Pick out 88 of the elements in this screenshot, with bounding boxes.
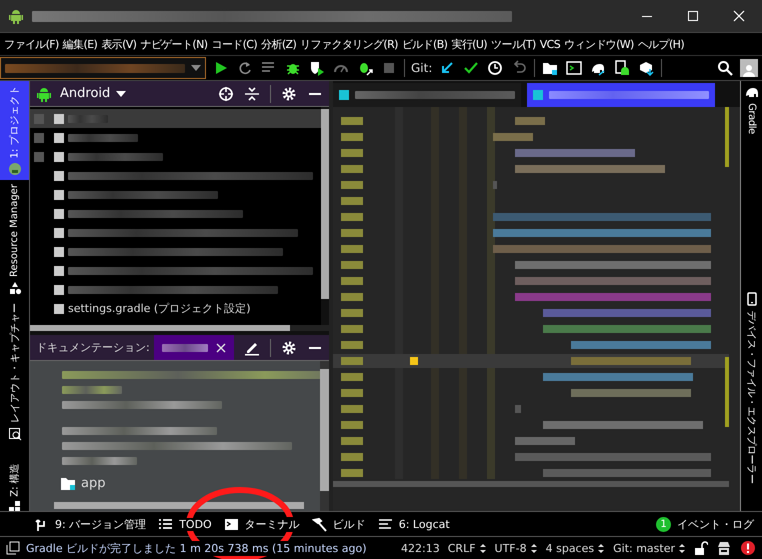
layout-inspect-icon: [8, 427, 22, 441]
branch-selector[interactable]: Git: master: [613, 542, 686, 554]
caret-position[interactable]: 422:13: [401, 542, 440, 554]
folder-icon: [61, 478, 75, 490]
run-configuration-dropdown[interactable]: [0, 57, 206, 79]
scrollbar[interactable]: [30, 325, 329, 331]
terminal-window-icon: [566, 60, 582, 76]
menu-item[interactable]: コード(C): [209, 36, 260, 52]
play-icon: [213, 60, 229, 76]
clock-button[interactable]: [486, 59, 504, 77]
box-icon: [638, 60, 654, 76]
search-button[interactable]: [716, 59, 734, 77]
caret-icon: [116, 90, 126, 96]
menu-item[interactable]: ウィンドウ(W): [562, 36, 636, 52]
menu-item[interactable]: VCS: [538, 38, 562, 50]
undo-icon: [511, 60, 528, 76]
up-down-icon: [478, 542, 487, 554]
menu-item[interactable]: 分析(Z): [259, 36, 298, 52]
search-icon: [717, 60, 733, 76]
scrollbar[interactable]: [320, 361, 329, 511]
menu-item[interactable]: 編集(E): [60, 36, 100, 52]
encoding-selector[interactable]: UTF-8: [494, 542, 538, 554]
git-label: Git:: [411, 61, 432, 75]
panel-title: ドキュメンテーション:: [36, 340, 150, 355]
menu-item[interactable]: 表示(V): [99, 36, 138, 52]
settings-icon[interactable]: [281, 340, 297, 356]
terminal-window-button[interactable]: [565, 59, 584, 77]
count-badge: 1: [656, 516, 671, 532]
device-button[interactable]: [613, 59, 632, 77]
bug-arrow-icon: [357, 60, 373, 76]
menu-item[interactable]: ビルド(B): [400, 36, 450, 52]
shapes-icon: [8, 281, 22, 295]
documentation-tab[interactable]: [154, 335, 234, 360]
close-icon: [733, 10, 745, 22]
shield-play-icon: [309, 60, 325, 76]
rerun-icon: [237, 60, 253, 76]
menu-item[interactable]: ヘルプ(H): [636, 36, 686, 52]
tree-row[interactable]: settings.gradle (プロジェクト設定): [30, 299, 321, 318]
up-down-icon: [678, 542, 686, 554]
maximize-icon: [687, 10, 699, 22]
clock-icon: [487, 60, 504, 76]
event-log-button[interactable]: 1 イベント・ログ: [656, 516, 754, 532]
lines-icon: [378, 516, 393, 532]
person-silhouette-icon: [742, 63, 756, 77]
tool-window-tab[interactable]: Gradle: [741, 81, 762, 138]
elephant-icon: [744, 85, 758, 99]
caret-icon: [191, 65, 201, 71]
error-icon[interactable]: [740, 540, 756, 556]
folder-label: app: [81, 476, 106, 491]
up-down-icon: [597, 542, 606, 554]
crosshair-icon[interactable]: [218, 86, 234, 102]
menu-item[interactable]: ナビゲート(N): [138, 36, 210, 52]
blurred-text: [62, 386, 122, 394]
up-down-icon: [530, 542, 538, 554]
menu-item[interactable]: 実行(U): [449, 36, 489, 52]
line-separator-selector[interactable]: CRLF: [448, 542, 487, 554]
device-icon: [614, 60, 630, 76]
terminal-icon: [224, 516, 239, 532]
file-name: settings.gradle (プロジェクト設定): [68, 301, 250, 316]
folder-icon: [542, 60, 558, 76]
menu-item[interactable]: ツール(T): [489, 36, 538, 52]
settings-icon[interactable]: [281, 86, 297, 102]
tool-window-tab[interactable]: レイアウト・キャプチャー: [0, 299, 29, 445]
list-icon: [158, 516, 174, 532]
scrollbar[interactable]: [321, 107, 329, 325]
tool-window-tab[interactable]: Z: 構造: [0, 459, 29, 511]
checkmark-icon: [463, 60, 480, 76]
collapse-icon[interactable]: [244, 86, 260, 102]
menu-item[interactable]: リファクタリング(R): [298, 36, 400, 52]
status-message: Gradle ビルドが完了しました 1 m 20s 738 ms (15 minutes ago): [26, 540, 367, 556]
structure-icon: [8, 500, 22, 511]
stop-icon: [381, 60, 397, 76]
scrollbar[interactable]: [54, 502, 304, 509]
tool-window-tab[interactable]: Resource Manager: [0, 180, 29, 299]
editor-tab[interactable]: [333, 83, 521, 107]
arrow-down-left-icon: [439, 60, 456, 76]
tool-window-tab[interactable]: 1: プロジェクト: [0, 81, 29, 180]
box-button[interactable]: [637, 59, 656, 77]
tool-window-tab[interactable]: デバイス・ファイル・エクスプローラー: [741, 288, 762, 487]
unlock-icon[interactable]: [694, 541, 708, 555]
view-selector[interactable]: Android: [60, 86, 126, 101]
shield-play-button[interactable]: [308, 59, 326, 77]
window-icon[interactable]: [6, 541, 20, 555]
phone-icon: [744, 292, 758, 306]
close-icon[interactable]: [216, 342, 226, 352]
indent-selector[interactable]: 4 spaces: [546, 542, 606, 554]
hammer-icon: [312, 516, 327, 532]
menu-item[interactable]: ファイル(F): [2, 36, 61, 52]
